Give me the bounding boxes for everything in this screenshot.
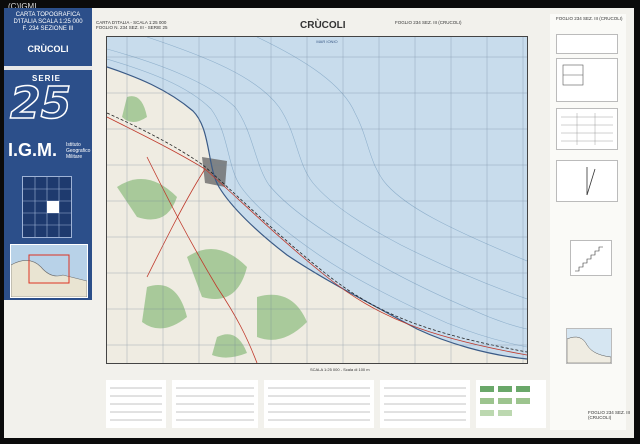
map-title: CRÙCOLI xyxy=(300,20,346,31)
scale-bar-label: SCALA 1:25 000 - Scala di 100 m xyxy=(310,367,370,372)
map-body-svg: MAR IONIO xyxy=(107,37,527,363)
legend-lines-2 xyxy=(176,387,254,421)
locator-map-svg xyxy=(10,254,88,298)
legend-box-3 xyxy=(264,380,374,428)
cover-panel: CARTA TOPOGRAFICA D'ITALIA SCALA 1:25 00… xyxy=(4,8,92,300)
map-header-left: CARTA D'ITALIA - SCALA 1:25 000 FOGLIO N… xyxy=(96,20,186,30)
legend-lines-4 xyxy=(384,387,466,421)
cover-serie-number: 25 xyxy=(9,78,72,129)
map-frame: MAR IONIO xyxy=(106,36,528,364)
legend-swatches xyxy=(480,386,530,416)
cover-title-text: CARTA TOPOGRAFICA D'ITALIA SCALA 1:25 00… xyxy=(13,12,83,25)
map-header-right: FOGLIO 234 SEZ. III (CRUCOLI) xyxy=(395,20,462,25)
sidebar-diagram-svg xyxy=(562,64,584,86)
sidebar-notes-block xyxy=(556,34,618,54)
sea-label: MAR IONIO xyxy=(316,39,337,44)
sidebar-table-block xyxy=(556,108,618,150)
legend-box-4 xyxy=(380,380,470,428)
sidebar-header: FOGLIO 234 SEZ. III (CRUCOLI) xyxy=(556,16,623,21)
cover-index-grid xyxy=(22,176,72,238)
elevation-steps xyxy=(575,246,603,272)
sidebar-table-svg xyxy=(561,113,613,145)
cover-institute: Istituto Geografico Militare xyxy=(66,142,91,160)
igm-logo: I.G.M. xyxy=(8,140,57,160)
cover-place-name: CRÙCOLI xyxy=(27,44,69,54)
legend-box-5 xyxy=(476,380,546,428)
declination-diagram xyxy=(586,167,596,196)
footer-sheet-number: FOGLIO 234 SEZ. III (CRUCOLI) xyxy=(588,410,631,420)
cover-title: CARTA TOPOGRAFICA D'ITALIA SCALA 1:25 00… xyxy=(8,12,88,33)
index-current-sheet xyxy=(47,201,59,213)
sidebar-diagram-block xyxy=(556,58,618,102)
legend-box-1 xyxy=(106,380,166,428)
town-area xyxy=(202,157,227,187)
sidebar-declination-block xyxy=(556,160,618,202)
sidebar-locator-svg xyxy=(566,336,612,364)
legend-lines-1 xyxy=(110,387,162,421)
sidebar-locator-map xyxy=(566,328,612,364)
cover-sheet-ref: F. 234 SEZIONE III xyxy=(22,26,74,32)
legend-box-2 xyxy=(172,380,258,428)
header-left-line2: FOGLIO N. 234 SEZ. III - SERIE 25 xyxy=(96,25,168,30)
cover-band xyxy=(4,66,92,70)
legend-lines-3 xyxy=(268,387,370,421)
index-grid-svg xyxy=(23,177,71,237)
cover-locator-map xyxy=(10,244,88,298)
sidebar-elevation-scale xyxy=(570,240,612,276)
